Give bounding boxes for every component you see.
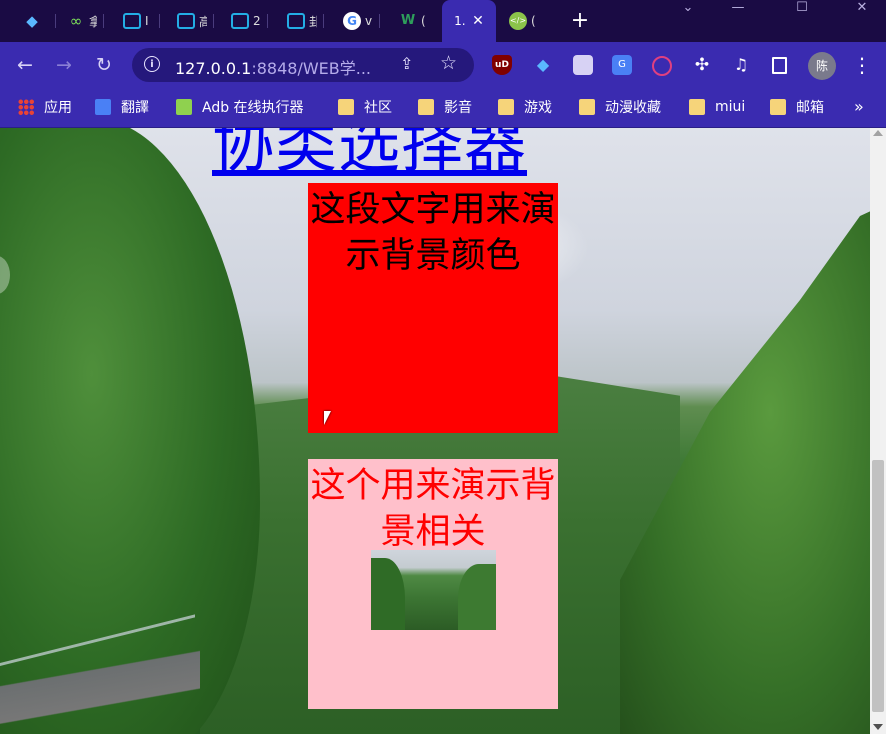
bookmark-adb[interactable]: Adb 在线执行器 bbox=[176, 95, 304, 119]
tab-bilibili-4[interactable]: 卦 bbox=[280, 8, 324, 34]
site-info-icon[interactable]: i bbox=[144, 56, 160, 72]
arrow-left-icon: ← bbox=[17, 54, 33, 76]
browser-window: ◆ ∞ 拿 I 高 2 卦 G v W (1. ✕ </> (+ ⌄ — ☐… bbox=[0, 0, 886, 734]
browser-toolbar: ← → ↻ i 127.0.0.1:8848/WEB学... ⇪ ☆ uD ◆ … bbox=[0, 42, 886, 88]
tab-bilibili-1[interactable]: I bbox=[116, 8, 160, 34]
folder-icon bbox=[418, 99, 434, 115]
reload-button[interactable]: ↻ bbox=[90, 51, 118, 79]
reload-icon: ↻ bbox=[96, 54, 112, 76]
translate-icon[interactable]: G bbox=[612, 55, 632, 75]
w3-icon: W bbox=[400, 13, 416, 28]
folder-icon bbox=[338, 99, 354, 115]
tab-strip: ◆ ∞ 拿 I 高 2 卦 G v W (1. ✕ </> (+ ⌄ — ☐… bbox=[0, 0, 886, 42]
google-icon: G bbox=[343, 12, 361, 30]
back-button[interactable]: ← bbox=[11, 51, 39, 79]
tab-infinity[interactable]: ∞ 拿 bbox=[60, 8, 104, 34]
minimize-button[interactable]: — bbox=[718, 0, 758, 16]
bookmark-folder-miui[interactable]: miui bbox=[689, 95, 745, 119]
share-icon[interactable]: ⇪ bbox=[400, 54, 413, 73]
maximize-button[interactable]: ☐ bbox=[782, 0, 822, 16]
scroll-thumb[interactable] bbox=[872, 460, 884, 712]
bookmark-star-icon[interactable]: ☆ bbox=[440, 52, 457, 74]
pink-box-text: 这个用来演示背景相关 bbox=[310, 466, 556, 552]
folder-icon bbox=[579, 99, 595, 115]
translate-icon bbox=[95, 99, 111, 115]
extension-box-icon[interactable] bbox=[573, 55, 593, 75]
pink-background-box: 这个用来演示背景相关 bbox=[308, 459, 558, 709]
extensions-puzzle-icon[interactable]: ✣ bbox=[692, 55, 712, 75]
bookmarks-bar: 应用 翻譯 Adb 在线执行器 社区 影音 游戏 动漫收藏 miui 邮箱 » bbox=[0, 88, 886, 128]
sketch-gem-icon: ◆ bbox=[26, 12, 38, 30]
infinity-icon: ∞ bbox=[69, 12, 83, 30]
bookmark-folder-mail[interactable]: 邮箱 bbox=[770, 95, 824, 119]
bookmark-folder-games[interactable]: 游戏 bbox=[498, 95, 552, 119]
bilibili-icon bbox=[123, 13, 141, 29]
more-menu-icon[interactable]: ⋮ bbox=[852, 51, 872, 79]
mouse-cursor-icon bbox=[324, 411, 331, 425]
scroll-up-arrow-icon[interactable] bbox=[873, 130, 883, 136]
page-title-link[interactable]: 协类选择器 bbox=[212, 128, 527, 184]
circle-extension-icon[interactable] bbox=[652, 56, 672, 76]
tab-google[interactable]: G v bbox=[336, 8, 380, 34]
close-window-button[interactable]: ✕ bbox=[842, 0, 882, 16]
page-viewport: 协类选择器 这段文字用来演示背景颜色 这个用来演示背景相关 bbox=[0, 128, 870, 734]
profile-avatar[interactable]: 陈 bbox=[808, 52, 836, 80]
tab-bilibili-3[interactable]: 2 bbox=[224, 8, 268, 34]
address-bar[interactable]: i 127.0.0.1:8848/WEB学... ⇪ ☆ bbox=[132, 48, 474, 82]
tab-sketch[interactable]: ◆ bbox=[12, 8, 56, 34]
bilibili-icon bbox=[231, 13, 249, 29]
forward-button[interactable]: → bbox=[50, 51, 78, 79]
bookmark-folder-community[interactable]: 社区 bbox=[338, 95, 392, 119]
folder-icon bbox=[770, 99, 786, 115]
bookmark-folder-media[interactable]: 影音 bbox=[418, 95, 472, 119]
bookmark-apps[interactable]: 应用 bbox=[18, 95, 72, 119]
bookmark-folder-anime[interactable]: 动漫收藏 bbox=[579, 95, 661, 119]
media-queue-icon[interactable]: ♫ bbox=[731, 55, 751, 75]
new-tab-button[interactable]: + bbox=[566, 8, 594, 34]
tab-bilibili-2[interactable]: 高 bbox=[170, 8, 214, 34]
arrow-right-icon: → bbox=[56, 54, 72, 76]
ublock-icon[interactable]: uD bbox=[492, 55, 512, 75]
side-panel-icon[interactable] bbox=[772, 57, 787, 74]
apps-grid-icon bbox=[18, 99, 34, 115]
tab-active[interactable]: 1. ✕ bbox=[442, 0, 496, 42]
android-icon bbox=[176, 99, 192, 115]
tab-w3[interactable]: W ( bbox=[392, 8, 436, 34]
bookmarks-overflow-button[interactable]: » bbox=[854, 95, 864, 119]
bilibili-icon bbox=[177, 13, 195, 29]
red-background-box: 这段文字用来演示背景颜色 bbox=[308, 183, 558, 433]
folder-icon bbox=[689, 99, 705, 115]
tab-code[interactable]: </> ( bbox=[502, 8, 546, 34]
background-thumbnail-image bbox=[371, 550, 496, 630]
bilibili-icon bbox=[287, 13, 305, 29]
folder-icon bbox=[498, 99, 514, 115]
bookmark-translate[interactable]: 翻譯 bbox=[95, 95, 149, 119]
tab-search-icon[interactable]: ⌄ bbox=[668, 0, 708, 16]
close-tab-icon[interactable]: ✕ bbox=[472, 13, 484, 29]
scroll-down-arrow-icon[interactable] bbox=[873, 724, 883, 730]
code-icon: </> bbox=[509, 12, 527, 30]
url-text[interactable]: 127.0.0.1:8848/WEB学... bbox=[175, 55, 395, 79]
vertical-scrollbar[interactable] bbox=[870, 128, 886, 734]
sketch-gem-icon[interactable]: ◆ bbox=[533, 55, 553, 75]
